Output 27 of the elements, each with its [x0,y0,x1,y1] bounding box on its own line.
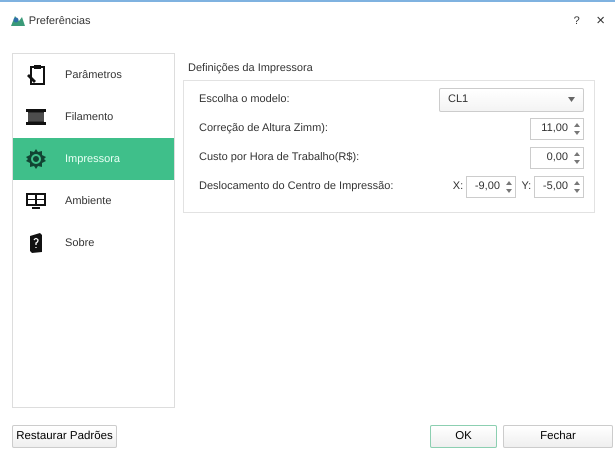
field-label: Deslocamento do Centro de Impressão: [199,179,394,194]
caret-icon [568,97,575,102]
model-dropdown[interactable]: CL1 [439,88,584,112]
sidebar-item[interactable]: Ambiente [13,180,174,222]
sidebar-item[interactable]: Parâmetros [13,54,174,96]
number-field[interactable]: -5,00 [534,176,584,198]
field-label: Custo por Hora de Trabalho(R$): [199,150,360,166]
restore-defaults-button[interactable]: Restaurar Padrões [12,425,117,448]
sidebar-item[interactable]: Sobre [13,222,174,264]
field-label: Escolha o modelo: [199,92,290,108]
monitor-icon [25,190,47,212]
number-field[interactable]: 11,00 [530,118,584,140]
field-label: Correção de Altura Zimm): [199,121,328,136]
close-dialog-button[interactable]: Fechar [503,425,613,448]
close-button[interactable]: × [596,12,605,30]
group-title: Definições da Impressora [188,61,313,76]
sidebar-item[interactable]: Filamento [13,96,174,138]
field-label: Y: [521,179,532,194]
clipboard-icon [25,64,47,86]
number-field[interactable]: -9,00 [466,176,516,198]
gear-icon [25,148,47,170]
number-field[interactable]: 0,00 [530,146,584,168]
window-title: Preferências [28,14,91,29]
ok-button[interactable]: OK [430,425,497,448]
spool-icon [25,106,47,128]
field-label: X: [452,179,464,194]
help-button[interactable]: ? [574,12,580,30]
